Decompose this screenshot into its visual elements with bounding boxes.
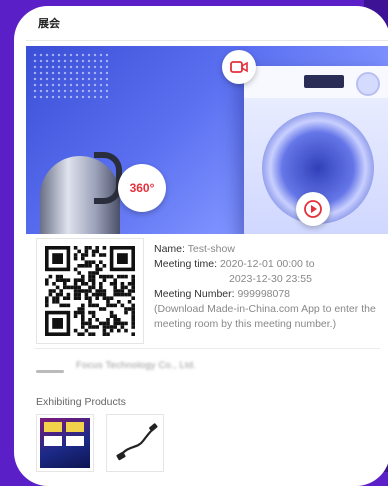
play-icon [304,200,322,218]
meeting-name-row: Name: Test-show [154,242,388,257]
meeting-download-note: (Download Made-in-China.com App to enter… [154,303,376,330]
exhibition-card: 展会 360° Name: Test-show Meeting time: 20… [14,6,388,486]
camera-icon [230,61,248,73]
product-thumbnail[interactable] [36,414,94,472]
exhibiting-products-label: Exhibiting Products [36,396,126,408]
meeting-time-start: 2020-12-01 00:00 to [219,258,315,270]
view-360-button[interactable]: 360° [118,164,166,212]
meeting-qr-code [36,238,144,344]
product-banner[interactable]: 360° [26,46,388,234]
meeting-info: Name: Test-show Meeting time: 2020-12-01… [154,242,388,332]
divider [34,348,380,349]
kettle-image [40,152,122,234]
meeting-time-label: Meeting time: [154,258,218,270]
page-title: 展会 [38,17,60,30]
meeting-time-end: 2023-12-30 23:55 [229,273,312,285]
company-name[interactable]: Focus Technology Co., Ltd. [76,360,196,371]
meeting-number-label: Meeting Number: [154,288,235,300]
cable-icon [116,423,158,461]
dot-pattern [32,52,108,100]
meeting-number-row: Meeting Number: 999998078 [154,287,388,302]
product-thumbnail[interactable] [106,414,164,472]
meeting-name-value: Test-show [187,243,235,255]
meeting-number-value: 999998078 [237,288,291,300]
divider [26,40,388,41]
camera-button[interactable] [222,50,256,84]
company-logo[interactable] [36,356,70,386]
meeting-time-row: Meeting time: 2020-12-01 00:00 to [154,257,388,272]
play-video-button[interactable] [296,192,330,226]
meeting-name-label: Name: [154,243,185,255]
